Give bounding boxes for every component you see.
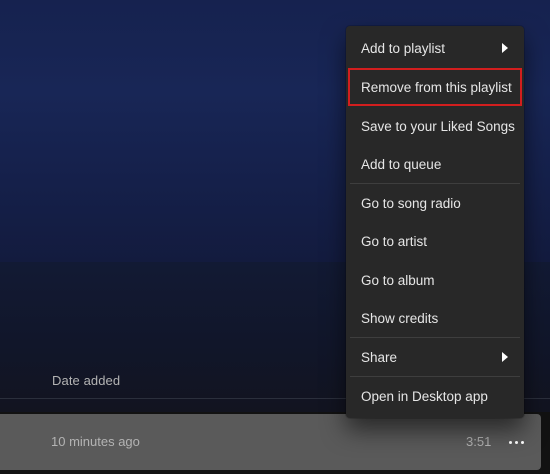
menu-item-label: Share: [361, 349, 398, 365]
submenu-arrow-icon: [502, 352, 508, 362]
submenu-arrow-icon: [502, 43, 508, 53]
menu-item-add-to-playlist[interactable]: Add to playlist: [350, 31, 520, 65]
menu-separator: [350, 376, 520, 377]
context-menu: Add to playlist Remove from this playlis…: [346, 26, 524, 418]
menu-item-label: Go to artist: [361, 233, 428, 249]
menu-item-save-to-liked-songs[interactable]: Save to your Liked Songs: [350, 109, 520, 143]
menu-item-label: Open in Desktop app: [361, 388, 488, 404]
dot: [508, 440, 512, 444]
track-duration: 3:51: [466, 434, 492, 449]
menu-item-show-credits[interactable]: Show credits: [350, 301, 520, 335]
menu-item-remove-from-playlist[interactable]: Remove from this playlist: [348, 68, 522, 106]
more-options-icon[interactable]: [504, 432, 528, 452]
dot: [520, 440, 524, 444]
menu-item-add-to-queue[interactable]: Add to queue: [350, 147, 520, 181]
menu-item-label: Show credits: [361, 310, 439, 326]
dot: [514, 440, 518, 444]
menu-item-share[interactable]: Share: [350, 340, 520, 374]
menu-item-label: Add to queue: [361, 156, 442, 172]
track-date-added: 10 minutes ago: [51, 434, 140, 449]
menu-separator: [350, 183, 520, 184]
menu-separator: [350, 337, 520, 338]
menu-item-go-to-album[interactable]: Go to album: [350, 263, 520, 297]
menu-item-label: Save to your Liked Songs: [361, 118, 515, 134]
menu-item-go-to-song-radio[interactable]: Go to song radio: [350, 186, 520, 220]
menu-item-label: Add to playlist: [361, 40, 446, 56]
menu-item-label: Remove from this playlist: [361, 79, 512, 95]
track-row[interactable]: 10 minutes ago 3:51: [0, 414, 541, 470]
menu-item-open-in-desktop-app[interactable]: Open in Desktop app: [350, 379, 520, 413]
column-header-date-added[interactable]: Date added: [52, 373, 120, 388]
menu-item-label: Go to song radio: [361, 195, 461, 211]
menu-item-label: Go to album: [361, 272, 435, 288]
menu-item-go-to-artist[interactable]: Go to artist: [350, 224, 520, 258]
